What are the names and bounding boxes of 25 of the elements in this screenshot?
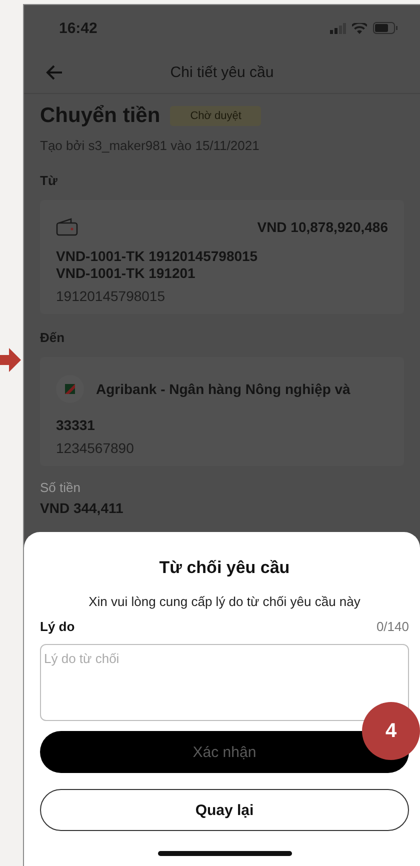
character-counter: 0/140 <box>376 619 409 634</box>
bank-name: Agribank - Ngân hàng Nông nghiệp và <box>96 380 350 398</box>
amount-label: Số tiền <box>40 480 82 495</box>
wallet-icon <box>56 218 78 236</box>
balance-amount: VND 10,878,920,486 <box>257 218 388 236</box>
status-time: 16:42 <box>59 20 98 36</box>
recipient-name: 33331 <box>56 417 96 434</box>
battery-icon <box>373 22 398 34</box>
to-label: Đến <box>40 330 66 345</box>
screen-title: Chi tiết yêu cầu <box>169 64 275 80</box>
amount-value: VND 344,411 <box>40 500 124 516</box>
wifi-icon <box>352 22 367 34</box>
arrow-icon <box>0 348 21 372</box>
request-title: Chuyển tiền <box>40 104 160 128</box>
account-name: VND-1001-TK 19120145798015 <box>56 248 259 265</box>
from-label: Từ <box>40 173 58 188</box>
back-arrow-icon[interactable] <box>46 64 63 80</box>
reason-label: Lý do <box>40 619 75 634</box>
reason-input-field[interactable]: Lý do từ chối <box>40 644 409 721</box>
sheet-title: Từ chối yêu cầu <box>158 558 291 578</box>
signal-icon <box>330 22 346 34</box>
sheet-message: Xin vui lòng cung cấp lý do từ chối yêu cầu này <box>88 594 362 609</box>
back-button[interactable]: Quay lại <box>40 789 409 831</box>
status-badge: Chờ duyệt <box>170 106 262 126</box>
account-name: VND-1001-TK 191201 <box>56 265 196 282</box>
